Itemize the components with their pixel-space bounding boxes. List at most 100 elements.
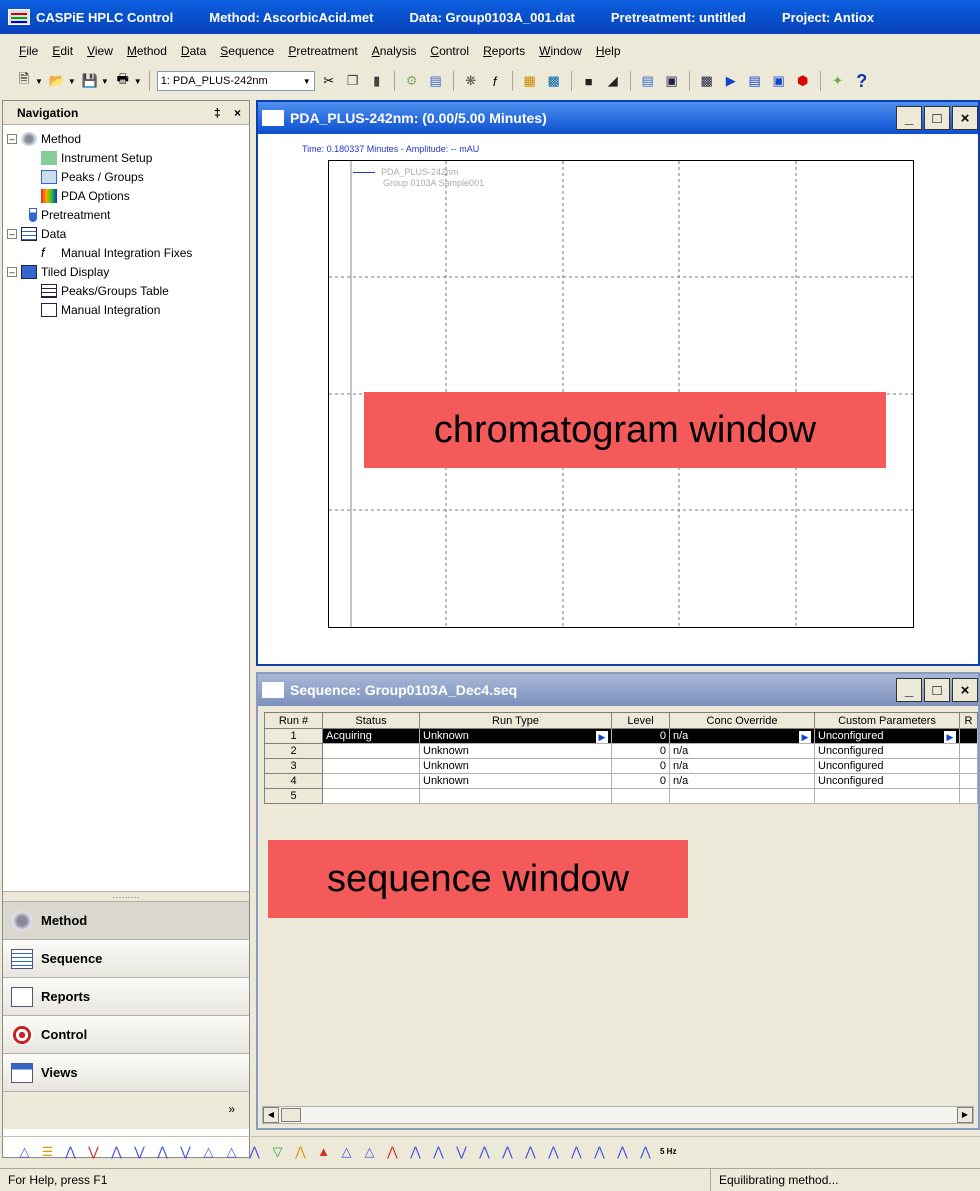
sequence-title-bar[interactable]: Sequence: Group0103A_Dec4.seq _ □ × — [258, 674, 978, 706]
report-icon[interactable]: ▦ — [520, 71, 540, 91]
conc-override-cell[interactable] — [669, 788, 815, 804]
cut-icon[interactable]: ✂ — [319, 71, 339, 91]
integration-tool-icon[interactable]: ⋀ — [566, 1142, 587, 1162]
conc-override-cell[interactable]: n/a — [669, 773, 815, 789]
column-header[interactable]: Status — [322, 712, 420, 729]
print-dropdown-icon[interactable]: ▼ — [134, 77, 142, 86]
integration-tool-icon[interactable]: ⋀ — [635, 1142, 656, 1162]
tree-item-pda-options[interactable]: PDA Options — [7, 186, 249, 205]
integration-tool-icon[interactable]: ⋀ — [60, 1142, 81, 1162]
integration-tool-icon[interactable]: △ — [336, 1142, 357, 1162]
close-button[interactable]: × — [952, 678, 978, 702]
collapse-icon[interactable]: – — [7, 266, 17, 277]
nav-button-control[interactable]: Control — [3, 1015, 249, 1053]
integration-tool-icon[interactable]: △ — [359, 1142, 380, 1162]
integration-tool-icon[interactable]: ☰ — [37, 1142, 58, 1162]
run-type-cell[interactable]: Unknown — [419, 758, 612, 774]
menu-data[interactable]: Data — [174, 44, 213, 58]
column-header[interactable]: Custom Parameters — [814, 712, 960, 729]
nav-button-sequence[interactable]: Sequence — [3, 939, 249, 977]
help-icon[interactable]: ? — [852, 71, 872, 91]
integration-tool-icon[interactable]: ⋀ — [612, 1142, 633, 1162]
table-row[interactable]: 2 Unknown 0 n/a Unconfigured — [264, 743, 978, 759]
navigation-splitter[interactable]: ········· — [3, 891, 249, 902]
export-icon[interactable]: ◢ — [603, 71, 623, 91]
integration-tool-icon[interactable]: ⋀ — [543, 1142, 564, 1162]
integration-tool-icon[interactable]: △ — [14, 1142, 35, 1162]
column-header[interactable]: Run Type — [419, 712, 612, 729]
tree-item-method[interactable]: – Method — [7, 129, 249, 148]
run-type-cell[interactable]: Unknown — [419, 743, 612, 759]
stop-icon[interactable]: ⬢ — [793, 71, 813, 91]
close-button[interactable]: × — [952, 106, 978, 130]
menu-control[interactable]: Control — [423, 44, 476, 58]
integration-tool-icon[interactable]: ⋁ — [129, 1142, 150, 1162]
run-number[interactable]: 3 — [264, 758, 323, 774]
batch-icon[interactable]: ▣ — [769, 71, 789, 91]
horizontal-scrollbar[interactable]: ◀ ▶ — [262, 1106, 974, 1124]
integration-tool-icon[interactable]: ⋀ — [474, 1142, 495, 1162]
column-header[interactable]: Conc Override — [669, 712, 815, 729]
menu-help[interactable]: Help — [589, 44, 628, 58]
dropdown-arrow-icon[interactable]: ▶ — [944, 730, 956, 743]
nav-button-views[interactable]: Views — [3, 1053, 249, 1091]
menu-view[interactable]: View — [80, 44, 120, 58]
custom-params-cell[interactable]: Unconfigured — [814, 773, 960, 789]
peaks-icon[interactable]: ▤ — [426, 71, 446, 91]
conc-override-cell[interactable]: n/a ▶ — [669, 728, 815, 744]
table-row[interactable]: 1 Acquiring Unknown ▶ 0 n/a ▶ Unconfigured… — [264, 728, 978, 744]
integration-tool-icon[interactable]: △ — [221, 1142, 242, 1162]
custom-params-cell[interactable]: Unconfigured ▶ — [814, 728, 960, 744]
level-cell[interactable]: 0 — [611, 773, 670, 789]
status-cell[interactable] — [322, 758, 420, 774]
new-icon[interactable]: 🗎 — [14, 71, 34, 91]
tree-item-pretreatment[interactable]: Pretreatment — [7, 205, 249, 224]
menu-reports[interactable]: Reports — [476, 44, 532, 58]
dropdown-arrow-icon[interactable]: ▶ — [596, 730, 608, 743]
view-data-icon[interactable]: ▤ — [638, 71, 658, 91]
tools-icon[interactable]: ✦ — [828, 71, 848, 91]
menu-window[interactable]: Window — [532, 44, 589, 58]
manual-fix-icon[interactable]: f — [485, 71, 505, 91]
integration-tool-icon[interactable]: ⋀ — [152, 1142, 173, 1162]
run-type-cell[interactable] — [419, 788, 612, 804]
table-row[interactable]: 3 Unknown 0 n/a Unconfigured — [264, 758, 978, 774]
tree-item-data[interactable]: – Data — [7, 224, 249, 243]
save-dropdown-icon[interactable]: ▼ — [101, 77, 109, 86]
maximize-button[interactable]: □ — [924, 678, 950, 702]
run-sequence-icon[interactable]: ▤ — [745, 71, 765, 91]
scroll-thumb[interactable] — [281, 1108, 301, 1122]
extra-cell[interactable] — [959, 728, 978, 744]
column-header[interactable]: Level — [611, 712, 670, 729]
new-dropdown-icon[interactable]: ▼ — [35, 77, 43, 86]
minimize-button[interactable]: _ — [896, 106, 922, 130]
paste-icon[interactable]: ▮ — [367, 71, 387, 91]
instrument-setup-icon[interactable]: ⚙ — [402, 71, 422, 91]
integration-tool-icon[interactable]: ⋀ — [497, 1142, 518, 1162]
integration-tool-icon[interactable]: ⋀ — [405, 1142, 426, 1162]
extra-cell[interactable] — [959, 758, 978, 774]
report-preview-icon[interactable]: ▩ — [544, 71, 564, 91]
minimize-button[interactable]: _ — [896, 678, 922, 702]
run-number[interactable]: 4 — [264, 773, 323, 789]
integration-tool-icon[interactable]: ⋀ — [589, 1142, 610, 1162]
extra-cell[interactable] — [959, 788, 978, 804]
scroll-right-icon[interactable]: ▶ — [957, 1107, 973, 1123]
chromatogram-title-bar[interactable]: PDA_PLUS-242nm: (0.00/5.00 Minutes) _ □ … — [258, 102, 978, 134]
column-header[interactable]: R — [959, 712, 978, 729]
extra-cell[interactable] — [959, 773, 978, 789]
table-row[interactable]: 5 — [264, 788, 978, 804]
custom-params-cell[interactable] — [814, 788, 960, 804]
level-cell[interactable]: 0 — [611, 758, 670, 774]
run-icon[interactable]: ▶ — [721, 71, 741, 91]
conc-override-cell[interactable]: n/a — [669, 758, 815, 774]
level-cell[interactable] — [611, 788, 670, 804]
save-icon[interactable]: 💾 — [80, 71, 100, 91]
integration-tool-icon[interactable]: ⋀ — [244, 1142, 265, 1162]
tree-item-manual-integration[interactable]: Manual Integration — [7, 300, 249, 319]
scroll-left-icon[interactable]: ◀ — [263, 1107, 279, 1123]
dropdown-arrow-icon[interactable]: ▶ — [799, 730, 811, 743]
run-type-cell[interactable]: Unknown — [419, 773, 612, 789]
extra-cell[interactable] — [959, 743, 978, 759]
tree-item-manual-integration-fixes[interactable]: f Manual Integration Fixes — [7, 243, 249, 262]
